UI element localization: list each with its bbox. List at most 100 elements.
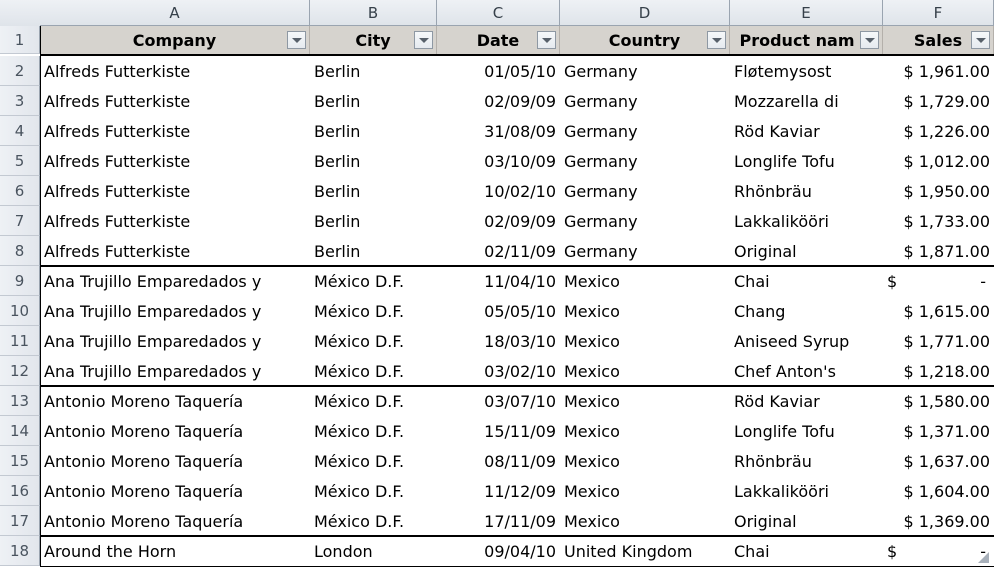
cell-product[interactable]: Fløtemysost: [730, 56, 883, 86]
cell-sales[interactable]: $ -: [883, 536, 994, 566]
row-header-11[interactable]: 11: [0, 326, 40, 356]
cell-company[interactable]: Antonio Moreno Taquería: [40, 446, 310, 476]
cell-date[interactable]: 10/02/10: [437, 176, 560, 206]
cell-company[interactable]: Ana Trujillo Emparedados y: [40, 266, 310, 296]
cell-date[interactable]: 08/11/09: [437, 446, 560, 476]
cell-company[interactable]: Alfreds Futterkiste: [40, 236, 310, 266]
row-header-3[interactable]: 3: [0, 86, 40, 116]
cell-city[interactable]: México D.F.: [310, 266, 437, 296]
column-header-A[interactable]: A: [40, 0, 310, 26]
cell-sales[interactable]: $ 1,369.00: [883, 506, 994, 536]
cell-country[interactable]: Germany: [560, 236, 730, 266]
cell-sales[interactable]: $ 1,729.00: [883, 86, 994, 116]
filter-dropdown-button-product-nam[interactable]: [860, 31, 879, 49]
cell-date[interactable]: 01/05/10: [437, 56, 560, 86]
cell-product[interactable]: Chai: [730, 266, 883, 296]
cell-date[interactable]: 03/02/10: [437, 356, 560, 386]
cell-sales[interactable]: $ 1,012.00: [883, 146, 994, 176]
cell-company[interactable]: Alfreds Futterkiste: [40, 176, 310, 206]
cell-country[interactable]: Germany: [560, 146, 730, 176]
cell-date[interactable]: 17/11/09: [437, 506, 560, 536]
cell-city[interactable]: México D.F.: [310, 326, 437, 356]
row-header-6[interactable]: 6: [0, 176, 40, 206]
column-header-E[interactable]: E: [730, 0, 883, 26]
cell-sales[interactable]: $ 1,580.00: [883, 386, 994, 416]
cell-product[interactable]: Chang: [730, 296, 883, 326]
column-header-D[interactable]: D: [560, 0, 730, 26]
cell-date[interactable]: 11/04/10: [437, 266, 560, 296]
cell-date[interactable]: 02/09/09: [437, 86, 560, 116]
cell-city[interactable]: Berlin: [310, 116, 437, 146]
cell-city[interactable]: Berlin: [310, 146, 437, 176]
cell-product[interactable]: Aniseed Syrup: [730, 326, 883, 356]
row-header-2[interactable]: 2: [0, 56, 40, 86]
cell-country[interactable]: Mexico: [560, 266, 730, 296]
cell-sales[interactable]: $ 1,871.00: [883, 236, 994, 266]
cell-company[interactable]: Alfreds Futterkiste: [40, 86, 310, 116]
cell-product[interactable]: Chef Anton's: [730, 356, 883, 386]
cell-product[interactable]: Longlife Tofu: [730, 416, 883, 446]
cell-product[interactable]: Chai: [730, 536, 883, 566]
cell-sales[interactable]: $ 1,733.00: [883, 206, 994, 236]
cell-product[interactable]: Mozzarella di: [730, 86, 883, 116]
cell-country[interactable]: United Kingdom: [560, 536, 730, 566]
row-header-13[interactable]: 13: [0, 386, 40, 416]
column-header-F[interactable]: F: [883, 0, 994, 26]
cell-country[interactable]: Mexico: [560, 446, 730, 476]
cell-product[interactable]: Lakkalikööri: [730, 476, 883, 506]
cell-sales[interactable]: $ 1,371.00: [883, 416, 994, 446]
column-header-B[interactable]: B: [310, 0, 437, 26]
cell-product[interactable]: Longlife Tofu: [730, 146, 883, 176]
column-header-C[interactable]: C: [437, 0, 560, 26]
cell-date[interactable]: 03/07/10: [437, 386, 560, 416]
cell-city[interactable]: Berlin: [310, 56, 437, 86]
row-header-4[interactable]: 4: [0, 116, 40, 146]
cell-country[interactable]: Germany: [560, 86, 730, 116]
cell-company[interactable]: Antonio Moreno Taquería: [40, 476, 310, 506]
cell-date[interactable]: 05/05/10: [437, 296, 560, 326]
cell-sales[interactable]: $ 1,961.00: [883, 56, 994, 86]
cell-sales[interactable]: $ 1,771.00: [883, 326, 994, 356]
cell-city[interactable]: Berlin: [310, 236, 437, 266]
filter-dropdown-button-date[interactable]: [537, 31, 556, 49]
cell-company[interactable]: Alfreds Futterkiste: [40, 206, 310, 236]
cell-date[interactable]: 03/10/09: [437, 146, 560, 176]
cell-company[interactable]: Alfreds Futterkiste: [40, 116, 310, 146]
cell-product[interactable]: Original: [730, 506, 883, 536]
row-header-15[interactable]: 15: [0, 446, 40, 476]
cell-city[interactable]: Berlin: [310, 86, 437, 116]
filter-dropdown-button-country[interactable]: [707, 31, 726, 49]
cell-date[interactable]: 18/03/10: [437, 326, 560, 356]
cell-city[interactable]: México D.F.: [310, 416, 437, 446]
cell-city[interactable]: México D.F.: [310, 356, 437, 386]
cell-country[interactable]: Mexico: [560, 296, 730, 326]
cell-product[interactable]: Rhönbräu: [730, 446, 883, 476]
cell-city[interactable]: Berlin: [310, 176, 437, 206]
cell-city[interactable]: London: [310, 536, 437, 566]
cell-city[interactable]: Berlin: [310, 206, 437, 236]
row-header-5[interactable]: 5: [0, 146, 40, 176]
cell-date[interactable]: 09/04/10: [437, 536, 560, 566]
cell-sales[interactable]: $ -: [883, 266, 994, 296]
cell-city[interactable]: México D.F.: [310, 386, 437, 416]
cell-country[interactable]: Mexico: [560, 326, 730, 356]
cell-company[interactable]: Antonio Moreno Taquería: [40, 386, 310, 416]
cell-sales[interactable]: $ 1,604.00: [883, 476, 994, 506]
cell-country[interactable]: Germany: [560, 116, 730, 146]
cell-product[interactable]: Röd Kaviar: [730, 116, 883, 146]
cell-product[interactable]: Röd Kaviar: [730, 386, 883, 416]
cell-country[interactable]: Mexico: [560, 476, 730, 506]
cell-country[interactable]: Germany: [560, 56, 730, 86]
cell-date[interactable]: 15/11/09: [437, 416, 560, 446]
cell-company[interactable]: Antonio Moreno Taquería: [40, 416, 310, 446]
cell-company[interactable]: Ana Trujillo Emparedados y: [40, 296, 310, 326]
cell-country[interactable]: Mexico: [560, 356, 730, 386]
cell-company[interactable]: Ana Trujillo Emparedados y: [40, 326, 310, 356]
row-header-1[interactable]: 1: [0, 26, 40, 54]
cell-sales[interactable]: $ 1,226.00: [883, 116, 994, 146]
cell-date[interactable]: 02/09/09: [437, 206, 560, 236]
cell-country[interactable]: Germany: [560, 176, 730, 206]
cell-country[interactable]: Mexico: [560, 416, 730, 446]
cell-city[interactable]: México D.F.: [310, 476, 437, 506]
cell-date[interactable]: 02/11/09: [437, 236, 560, 266]
